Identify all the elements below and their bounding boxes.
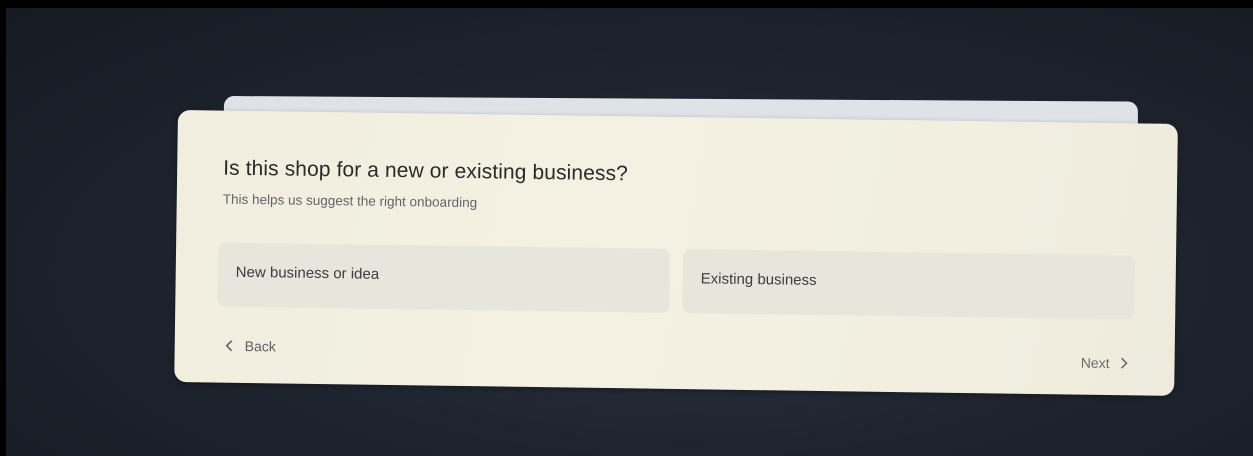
chevron-left-icon [225, 340, 233, 352]
screen-bezel-left [0, 0, 6, 456]
dialog-title: Is this shop for a new or existing busin… [223, 156, 629, 186]
next-button-label: Next [1080, 354, 1110, 372]
chevron-right-icon [1120, 357, 1128, 369]
option-new-business[interactable]: New business or idea [217, 242, 671, 313]
back-button[interactable]: Back [225, 337, 276, 355]
next-button[interactable]: Next [1081, 355, 1129, 372]
back-button-label: Back [244, 337, 276, 355]
dialog-subtitle: This helps us suggest the right onboardi… [222, 191, 478, 211]
option-new-business-label: New business or idea [235, 263, 380, 283]
option-existing-business-label: Existing business [700, 269, 817, 289]
screen-bezel-top [0, 0, 1253, 8]
option-existing-business[interactable]: Existing business [682, 249, 1136, 320]
onboarding-dialog: Is this shop for a new or existing busin… [174, 110, 1178, 396]
